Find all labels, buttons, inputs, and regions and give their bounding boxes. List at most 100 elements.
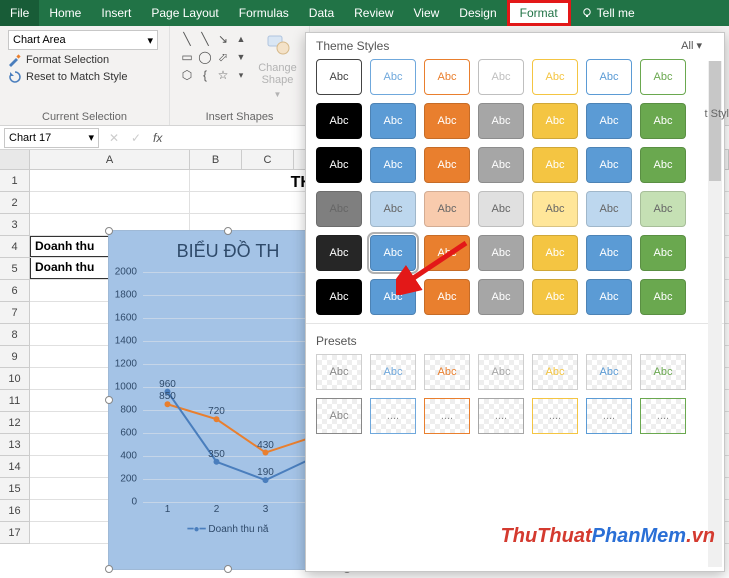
style-swatch[interactable]: Abc: [316, 103, 362, 139]
preset-swatch[interactable]: Abc: [586, 354, 632, 390]
preset-swatch[interactable]: Abc: [532, 354, 578, 390]
style-swatch[interactable]: Abc: [640, 235, 686, 271]
row-header[interactable]: 14: [0, 456, 30, 478]
row-header[interactable]: 3: [0, 214, 30, 236]
style-swatch[interactable]: Abc: [316, 279, 362, 315]
style-swatch[interactable]: Abc: [532, 147, 578, 183]
row-header[interactable]: 9: [0, 346, 30, 368]
style-swatch[interactable]: Abc: [532, 235, 578, 271]
style-swatch[interactable]: Abc: [586, 59, 632, 95]
style-swatch[interactable]: Abc: [640, 191, 686, 227]
style-swatch[interactable]: Abc: [478, 191, 524, 227]
preset-swatch[interactable]: Abc: [370, 354, 416, 390]
style-swatch[interactable]: Abc: [424, 147, 470, 183]
style-swatch[interactable]: Abc: [478, 235, 524, 271]
preset-swatch[interactable]: Abc: [424, 354, 470, 390]
style-swatch[interactable]: Abc: [478, 147, 524, 183]
row-header[interactable]: 15: [0, 478, 30, 500]
style-swatch[interactable]: Abc: [424, 279, 470, 315]
styles-scrollbar[interactable]: [708, 61, 722, 567]
style-swatch[interactable]: Abc: [532, 59, 578, 95]
style-swatch[interactable]: Abc: [586, 147, 632, 183]
style-swatch[interactable]: Abc: [532, 279, 578, 315]
style-swatch[interactable]: Abc: [586, 103, 632, 139]
row-header[interactable]: 16: [0, 500, 30, 522]
style-swatch[interactable]: Abc: [640, 103, 686, 139]
preset-swatch[interactable]: ....: [370, 398, 416, 434]
name-box[interactable]: Chart 17 ▾: [4, 128, 99, 148]
tab-data[interactable]: Data: [299, 0, 344, 26]
enter-icon[interactable]: ✓: [125, 131, 147, 145]
tab-design[interactable]: Design: [449, 0, 506, 26]
styles-all-button[interactable]: All ▾: [681, 39, 702, 52]
style-swatch[interactable]: Abc: [532, 191, 578, 227]
preset-swatch[interactable]: ....: [478, 398, 524, 434]
row-header[interactable]: 2: [0, 192, 30, 214]
col-header-b[interactable]: B: [190, 150, 242, 169]
style-swatch[interactable]: Abc: [478, 279, 524, 315]
style-swatch[interactable]: Abc: [424, 103, 470, 139]
row-header[interactable]: 6: [0, 280, 30, 302]
col-header-c[interactable]: C: [242, 150, 294, 169]
format-selection-button[interactable]: Format Selection: [8, 53, 161, 67]
style-swatch[interactable]: Abc: [316, 147, 362, 183]
style-swatch[interactable]: Abc: [424, 191, 470, 227]
preset-swatch[interactable]: Abc: [316, 398, 362, 434]
preset-swatch[interactable]: ....: [532, 398, 578, 434]
fx-label[interactable]: fx: [153, 131, 162, 145]
style-swatch[interactable]: Abc: [370, 235, 416, 271]
tab-review[interactable]: Review: [344, 0, 403, 26]
row-header[interactable]: 8: [0, 324, 30, 346]
style-swatch[interactable]: Abc: [640, 279, 686, 315]
row-header[interactable]: 11: [0, 390, 30, 412]
chart-element-combo[interactable]: Chart Area ▾: [8, 30, 158, 50]
row-header[interactable]: 7: [0, 302, 30, 324]
style-swatch[interactable]: Abc: [370, 191, 416, 227]
cancel-icon[interactable]: ✕: [103, 131, 125, 145]
style-swatch[interactable]: Abc: [586, 191, 632, 227]
select-all-corner[interactable]: [0, 150, 30, 169]
style-swatch[interactable]: Abc: [424, 59, 470, 95]
tab-home[interactable]: Home: [39, 0, 91, 26]
preset-swatch[interactable]: ....: [640, 398, 686, 434]
preset-swatch[interactable]: ....: [586, 398, 632, 434]
x-tick-label: 1: [143, 504, 192, 520]
style-swatch[interactable]: Abc: [370, 59, 416, 95]
reset-match-style-button[interactable]: Reset to Match Style: [8, 70, 161, 84]
row-header[interactable]: 1: [0, 170, 30, 192]
style-swatch[interactable]: Abc: [640, 59, 686, 95]
row-header[interactable]: 4: [0, 236, 30, 258]
preset-swatch[interactable]: Abc: [316, 354, 362, 390]
style-swatch[interactable]: Abc: [316, 59, 362, 95]
tab-file[interactable]: File: [0, 0, 39, 26]
style-swatch[interactable]: Abc: [478, 103, 524, 139]
scrollbar-thumb[interactable]: [709, 61, 721, 181]
style-swatch[interactable]: Abc: [532, 103, 578, 139]
style-swatch[interactable]: Abc: [640, 147, 686, 183]
row-header[interactable]: 10: [0, 368, 30, 390]
tell-me[interactable]: Tell me: [571, 0, 645, 26]
style-swatch[interactable]: Abc: [316, 191, 362, 227]
style-swatch[interactable]: Abc: [370, 147, 416, 183]
preset-swatch[interactable]: Abc: [640, 354, 686, 390]
style-swatch[interactable]: Abc: [316, 235, 362, 271]
style-swatch[interactable]: Abc: [586, 279, 632, 315]
preset-swatch[interactable]: Abc: [478, 354, 524, 390]
tab-page-layout[interactable]: Page Layout: [141, 0, 228, 26]
tab-view[interactable]: View: [404, 0, 450, 26]
row-header[interactable]: 17: [0, 522, 30, 544]
tab-formulas[interactable]: Formulas: [229, 0, 299, 26]
style-swatch[interactable]: Abc: [586, 235, 632, 271]
row-header[interactable]: 13: [0, 434, 30, 456]
style-swatch[interactable]: Abc: [478, 59, 524, 95]
tab-insert[interactable]: Insert: [91, 0, 141, 26]
preset-swatch[interactable]: ....: [424, 398, 470, 434]
style-swatch[interactable]: Abc: [370, 103, 416, 139]
style-swatch[interactable]: Abc: [424, 235, 470, 271]
style-swatch[interactable]: Abc: [370, 279, 416, 315]
tab-format[interactable]: Format: [507, 0, 571, 26]
row-header[interactable]: 12: [0, 412, 30, 434]
row-header[interactable]: 5: [0, 258, 30, 280]
shapes-gallery[interactable]: ╲ ╲ ↘ ▲ ▭ ◯ ⬀ ▼ ⬡ { ☆ ▾: [178, 30, 250, 84]
col-header-a[interactable]: A: [30, 150, 190, 169]
